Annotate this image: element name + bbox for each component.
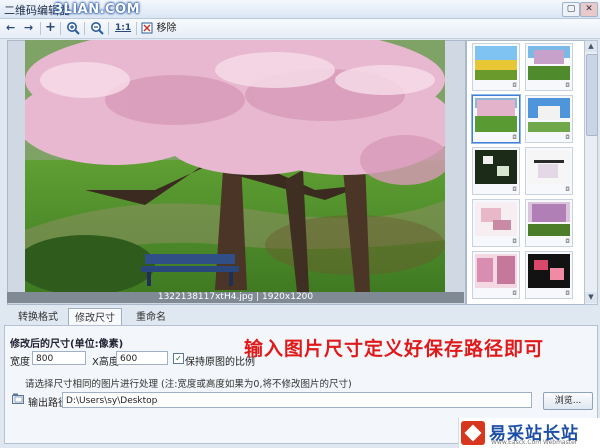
- keep-ratio-checkbox[interactable]: ✓: [173, 353, 184, 364]
- camera-icon: ◘: [512, 290, 517, 297]
- camera-icon: ◘: [565, 82, 570, 89]
- thumbnail-pink-blossom[interactable]: ◘: [472, 199, 520, 247]
- thumbnail-image: [528, 46, 570, 80]
- thumbnail-image: [475, 254, 517, 288]
- thumbnail-image: [528, 254, 570, 288]
- site-url: Www.Easck.Com Webmaster: [491, 439, 578, 446]
- scroll-thumb[interactable]: [586, 54, 598, 136]
- thumbnail-sky-tree[interactable]: ◘: [525, 95, 573, 143]
- zoom-out-icon: [91, 22, 104, 35]
- annotation-text: 输入图片尺寸定义好保存路径即可: [244, 338, 545, 360]
- toolbar-divider: [40, 22, 41, 35]
- folder-icon: [12, 393, 24, 407]
- thumbnail-tree-purple[interactable]: ◘: [525, 43, 573, 91]
- thumbnail-purple-tree[interactable]: ◘: [525, 199, 573, 247]
- remove-button[interactable]: 移除: [141, 20, 177, 36]
- thumbnail-image: [528, 202, 570, 236]
- thumbnail-red-blossom[interactable]: ◘: [525, 251, 573, 299]
- thumbnail-image: [475, 202, 517, 236]
- toolbar: ← → + 1:1 移除: [0, 19, 600, 39]
- camera-icon: ◘: [565, 290, 570, 297]
- site-logo-icon: [461, 421, 485, 445]
- toolbar-divider: [60, 22, 61, 35]
- toolbar-divider: [84, 22, 85, 35]
- thumbnail-image: [528, 98, 570, 132]
- scroll-up-icon[interactable]: ▲: [585, 41, 597, 52]
- thumbnail-image: [475, 150, 517, 184]
- cherry-blossom-photo: [25, 40, 445, 292]
- zoom-out-button[interactable]: [90, 20, 104, 36]
- output-path-input[interactable]: D:\Users\sy\Desktop: [62, 392, 532, 408]
- tab-convert-format[interactable]: 转换格式: [10, 310, 66, 326]
- tab-rename[interactable]: 重命名: [126, 310, 176, 326]
- back-arrow-icon[interactable]: ←: [6, 20, 15, 36]
- thumbnail-image: [475, 46, 517, 80]
- resize-section-title: 修改后的尺寸(单位:像素): [10, 339, 124, 350]
- remove-icon: [141, 22, 153, 34]
- maximize-button[interactable]: ▢: [562, 2, 580, 17]
- scroll-down-icon[interactable]: ▼: [585, 292, 597, 303]
- title-bar: 二维码编辑器 3LIAN.COM ▢ ✕: [0, 0, 600, 19]
- toolbar-divider: [136, 22, 137, 35]
- height-input[interactable]: 600: [116, 351, 168, 365]
- remove-label: 移除: [156, 23, 177, 34]
- forward-arrow-icon[interactable]: →: [24, 20, 33, 36]
- thumbnail-image: [475, 98, 517, 132]
- width-label: 宽度: [10, 357, 30, 368]
- width-input[interactable]: 800: [32, 351, 86, 365]
- camera-icon: ◘: [565, 134, 570, 141]
- thumbnail-tree-park[interactable]: ◘: [472, 95, 520, 143]
- camera-icon: ◘: [512, 82, 517, 89]
- zoom-in-button[interactable]: [66, 20, 80, 36]
- height-label: X高度: [92, 357, 119, 368]
- thumbnail-flowers-field[interactable]: ◘: [472, 43, 520, 91]
- toolbar-divider: [108, 22, 109, 35]
- preview-image[interactable]: [25, 40, 445, 292]
- camera-icon: ◘: [512, 186, 517, 193]
- browse-button[interactable]: 浏览...: [543, 392, 593, 410]
- camera-icon: ◘: [512, 134, 517, 141]
- add-image-icon[interactable]: +: [45, 20, 56, 36]
- camera-icon: ◘: [565, 238, 570, 245]
- camera-icon: ◘: [565, 186, 570, 193]
- actual-size-button[interactable]: 1:1: [115, 20, 131, 36]
- thumbnail-image: [528, 150, 570, 184]
- site-logo: 易采站长站 Www.Easck.Com Webmaster: [458, 418, 600, 448]
- close-button[interactable]: ✕: [580, 2, 598, 17]
- resize-hint: 请选择尺寸相同的图片进行处理 (注:宽度或高度如果为0,将不修改图片的尺寸): [25, 379, 352, 390]
- watermark-text: 3LIAN.COM: [54, 2, 141, 17]
- tab-bar: 转换格式 修改尺寸 重命名: [0, 305, 600, 328]
- thumbnail-pink-grove[interactable]: ◘: [472, 251, 520, 299]
- thumbnail-dark-blossom[interactable]: ◘: [472, 147, 520, 195]
- camera-icon: ◘: [512, 238, 517, 245]
- thumbnail-scrollbar[interactable]: ▲ ▼: [584, 40, 598, 305]
- image-caption: 1322138117xtH4.jpg | 1920x1200: [7, 292, 464, 303]
- zoom-in-icon: [67, 22, 80, 35]
- thumbnail-white-blossom[interactable]: ◘: [525, 147, 573, 195]
